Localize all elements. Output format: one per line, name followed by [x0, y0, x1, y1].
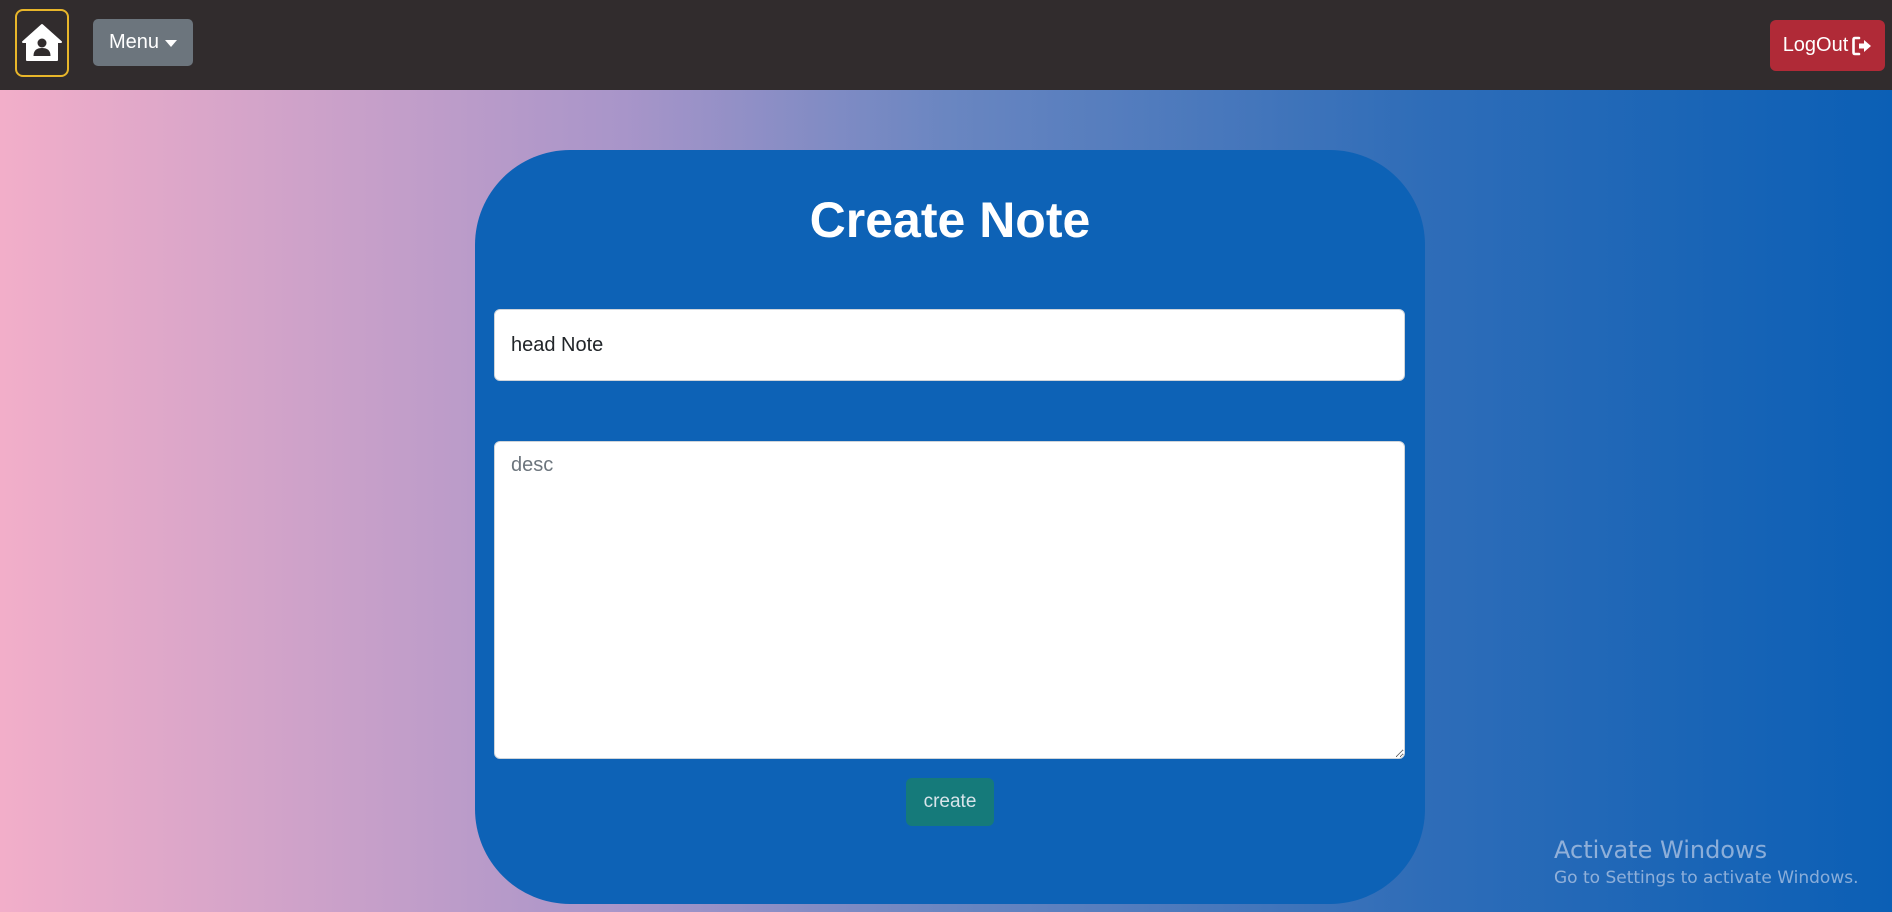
logout-label: LogOut: [1782, 34, 1849, 56]
house-user-icon: [22, 24, 62, 61]
watermark-subtitle: Go to Settings to activate Windows.: [1554, 868, 1859, 888]
home-button[interactable]: [15, 9, 69, 77]
logout-button[interactable]: LogOut: [1770, 20, 1885, 71]
page-title: Create Note: [809, 192, 1091, 248]
create-note-card: Create Note create: [475, 150, 1425, 904]
menu-label: Menu: [108, 31, 160, 53]
sign-out-icon: [1852, 36, 1872, 55]
watermark-title: Activate Windows: [1554, 836, 1768, 864]
menu-dropdown-button[interactable]: Menu: [93, 19, 193, 66]
caret-down-icon: [165, 40, 178, 47]
windows-activation-watermark: Activate Windows Go to Settings to activ…: [1554, 834, 1859, 890]
note-title-input[interactable]: [494, 309, 1405, 381]
note-description-textarea[interactable]: [494, 441, 1405, 759]
top-navbar: Menu LogOut: [0, 0, 1892, 90]
create-button[interactable]: create: [906, 778, 994, 826]
